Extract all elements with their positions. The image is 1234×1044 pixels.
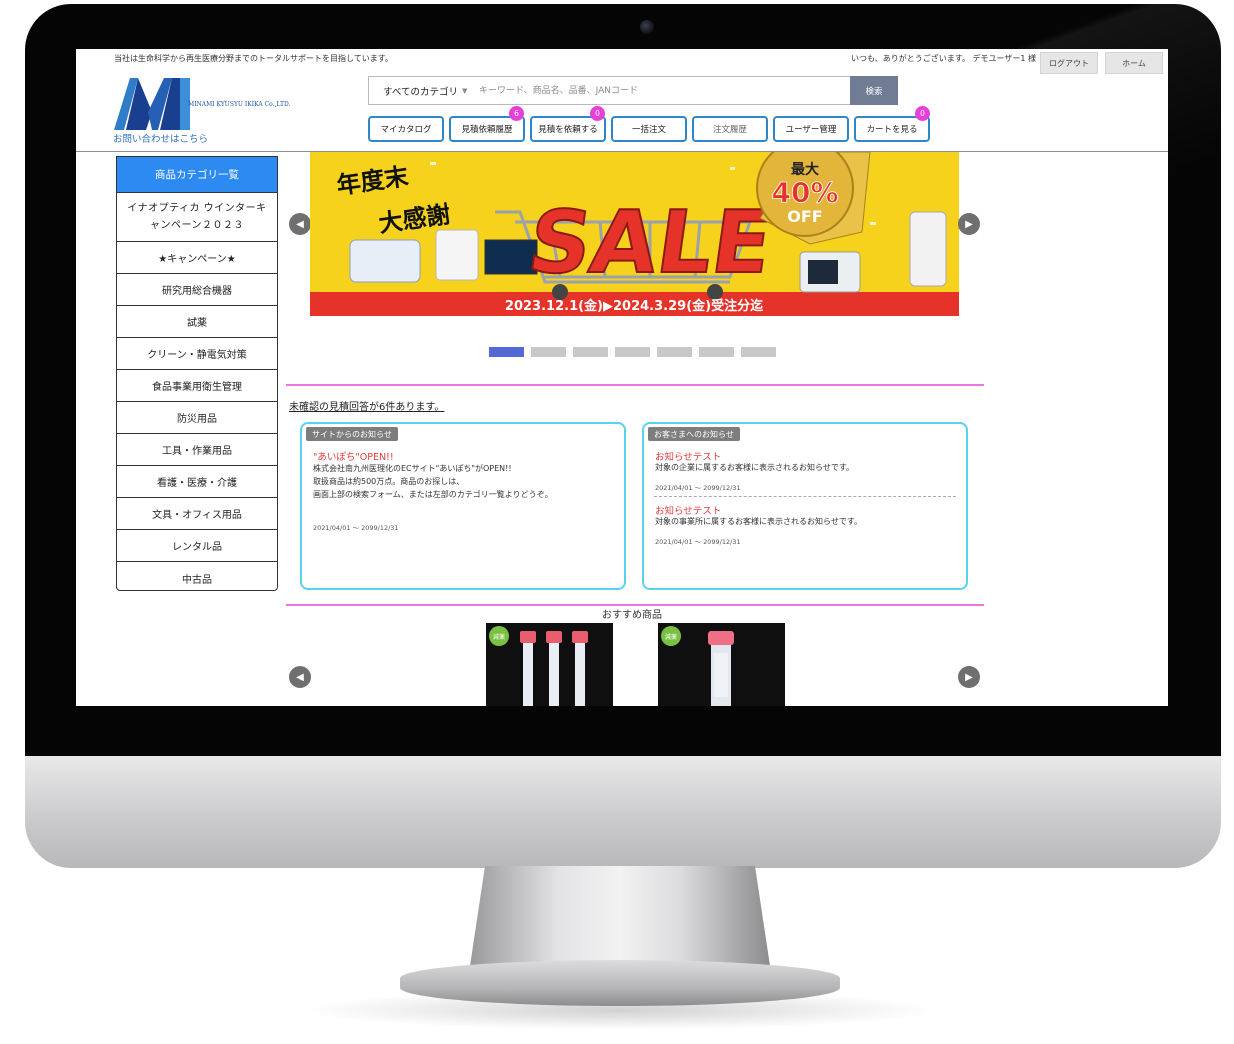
banner-prev-button[interactable]: ◀ — [289, 213, 311, 235]
sale-banner-image: SALE 年度末 大感謝 最大 40% OFF 2023.12.1(金)▶202… — [310, 152, 959, 316]
customer-news-panel: お客さまへのお知らせ お知らせテスト 対象の企業に属するお客様に表示されるお知ら… — [642, 422, 968, 590]
order-history-label: 注文履歴 — [712, 125, 747, 135]
chevron-down-icon: ▼ — [461, 86, 468, 95]
request-quote-button[interactable]: 見積を依頼する 0 — [530, 106, 606, 142]
view-cart-button[interactable]: カートを見る 0 — [854, 106, 930, 142]
sale-text: SALE — [522, 193, 778, 293]
site-news-line-1: 株式会社南九州医理化のECサイト"あいぽち"がOPEN!! — [313, 464, 512, 473]
category-sidebar-heading: 商品カテゴリ一覧 — [117, 157, 277, 193]
site-news-title[interactable]: "あいぽち"OPEN!! — [313, 449, 394, 463]
carousel-dot[interactable] — [531, 347, 566, 357]
monitor-chin — [25, 756, 1221, 868]
sidebar-item-stationery[interactable]: 文具・オフィス用品 — [117, 498, 277, 530]
site-news-line-2: 取扱商品は約500万点。商品のお探しは、 — [313, 477, 465, 486]
site-news-line-3: 画面上部の検索フォーム、または左部のカテゴリ一覧よりどうぞ。 — [313, 490, 553, 499]
my-catalog-button[interactable]: マイカタログ — [368, 116, 444, 142]
discount-value: 40% — [771, 176, 838, 209]
sidebar-item-inaoptica-campaign[interactable]: イナオプティカ ウインターキャンペーン２０２３ — [117, 193, 277, 242]
sidebar-item-clean-esd[interactable]: クリーン・静電気対策 — [117, 338, 277, 370]
customer-news-date-1: 2021/04/01 ～ 2099/12/31 — [655, 484, 741, 492]
sidebar-item-rental[interactable]: レンタル品 — [117, 530, 277, 562]
products-prev-button[interactable]: ◀ — [289, 666, 311, 688]
products-next-button[interactable]: ▶ — [958, 666, 980, 688]
search-bar: すべてのカテゴリ ▼ 検索 — [368, 76, 898, 105]
bulk-order-label: 一括注文 — [631, 125, 666, 135]
logo-mark-icon — [114, 78, 190, 130]
sidebar-item-food-hygiene[interactable]: 食品事業用衛生管理 — [117, 370, 277, 402]
site-news-tag: サイトからのお知らせ — [306, 427, 398, 441]
request-quote-badge: 0 — [590, 106, 605, 121]
product-card[interactable]: 減薬 — [486, 623, 613, 706]
product-badge: 減薬 — [489, 626, 509, 646]
view-cart-label: カートを見る — [866, 125, 918, 135]
logo-company-name: MINAMI KYUSYU IKIKA Co.,LTD. — [188, 101, 291, 108]
discount-bottom: OFF — [787, 207, 822, 226]
carousel-dot[interactable] — [573, 347, 608, 357]
search-input[interactable] — [477, 80, 841, 102]
logout-button[interactable]: ログアウト — [1040, 52, 1098, 74]
customer-news-text-1: 対象の企業に属するお客様に表示されるお知らせです。 — [655, 463, 855, 472]
cart-badge: 0 — [915, 106, 930, 121]
customer-news-date-2: 2021/04/01 ～ 2099/12/31 — [655, 538, 741, 546]
unconfirmed-quotes-link[interactable]: 未確認の見積回答が6件あります。 — [289, 398, 444, 413]
product-card[interactable]: 減薬 — [658, 623, 785, 706]
carousel-dot[interactable] — [657, 347, 692, 357]
home-button[interactable]: ホーム — [1105, 52, 1163, 74]
sale-period: 2023.12.1(金)▶2024.3.29(金)受注分迄 — [505, 298, 763, 314]
user-management-button[interactable]: ユーザー管理 — [773, 116, 849, 142]
sidebar-item-disaster-prevention[interactable]: 防災用品 — [117, 402, 277, 434]
category-select-label: すべてのカテゴリ — [383, 86, 458, 98]
site-tagline: 当社は生命科学から再生医療分野までのトータルサポートを目指しています。 — [114, 54, 393, 63]
search-button[interactable]: 検索 — [850, 76, 898, 105]
bulk-order-button[interactable]: 一括注文 — [611, 116, 687, 142]
request-quote-label: 見積を依頼する — [538, 125, 598, 135]
product-badge: 減薬 — [661, 626, 681, 646]
quote-history-label: 見積依頼履歴 — [461, 125, 513, 135]
sidebar-item-nursing-medical[interactable]: 看護・医療・介護 — [117, 466, 277, 498]
sidebar-item-tools[interactable]: 工具・作業用品 — [117, 434, 277, 466]
carousel-dot[interactable] — [615, 347, 650, 357]
carousel-dot-active[interactable] — [489, 347, 524, 357]
sidebar-item-used[interactable]: 中古品 — [117, 562, 277, 594]
banner-next-button[interactable]: ▶ — [958, 213, 980, 235]
sidebar-item-campaign[interactable]: ★キャンペーン★ — [117, 242, 277, 274]
sidebar-item-lab-equipment[interactable]: 研究用総合機器 — [117, 274, 277, 306]
customer-news-tag: お客さまへのお知らせ — [648, 427, 740, 441]
camera-icon — [640, 20, 654, 34]
user-management-label: ユーザー管理 — [785, 125, 837, 135]
carousel-indicators — [489, 347, 776, 357]
category-sidebar: 商品カテゴリ一覧 イナオプティカ ウインターキャンペーン２０２３ ★キャンペーン… — [116, 156, 278, 591]
site-news-date: 2021/04/01 ～ 2099/12/31 — [313, 524, 399, 532]
monitor-stand-neck — [470, 866, 770, 966]
site-news-panel: サイトからのお知らせ "あいぽち"OPEN!! 株式会社南九州医理化のECサイト… — [300, 422, 626, 590]
customer-news-text-2: 対象の事業所に属するお客様に表示されるお知らせです。 — [655, 517, 863, 526]
section-divider — [286, 384, 984, 386]
sidebar-item-reagents[interactable]: 試薬 — [117, 306, 277, 338]
my-catalog-label: マイカタログ — [380, 125, 432, 135]
category-select[interactable]: すべてのカテゴリ ▼ — [369, 77, 473, 104]
browser-viewport: 当社は生命科学から再生医療分野までのトータルサポートを目指しています。 いつも、… — [76, 49, 1168, 706]
monitor-stand-base — [400, 960, 840, 1006]
user-greeting: いつも、ありがとうございます。 デモユーザー1 様 — [851, 54, 1036, 63]
news-separator — [654, 496, 956, 497]
quote-history-badge: 6 — [509, 106, 524, 121]
sale-banner[interactable]: SALE 年度末 大感謝 最大 40% OFF 2023.12.1(金)▶202… — [310, 152, 959, 316]
order-history-button[interactable]: 注文履歴 — [692, 116, 768, 142]
contact-link[interactable]: お問い合わせはこちら — [113, 131, 208, 145]
recommended-title: おすすめ商品 — [602, 610, 662, 621]
carousel-dot[interactable] — [741, 347, 776, 357]
carousel-dot[interactable] — [699, 347, 734, 357]
quote-history-button[interactable]: 見積依頼履歴 6 — [449, 106, 525, 142]
